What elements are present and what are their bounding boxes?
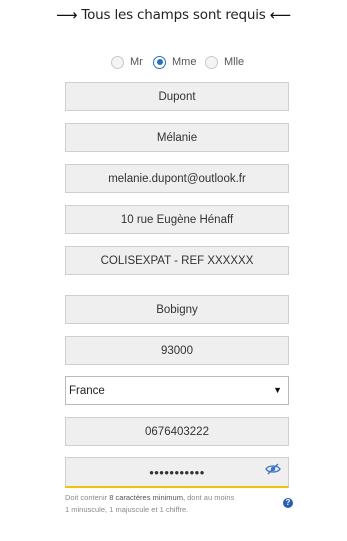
civility-label-mme: Mme [172,56,197,68]
arrow-right-icon: ⟶ [55,6,78,24]
country-selected-value: France [69,384,105,397]
country-select[interactable]: France ▼ [65,376,289,405]
address-complement-field[interactable]: COLISEXPAT - REF XXXXXX [65,246,289,275]
civility-option-mme[interactable]: Mme [153,54,196,70]
civility-option-mr[interactable]: Mr [111,54,143,70]
required-fields-notice: Tous les champs sont requis [81,7,266,23]
hint-line-2: 1 minuscule, 1 majuscule et 1 chiffre. [65,505,189,514]
civility-radio-group: Mr Mme Mlle [0,54,347,70]
arrow-left-icon: ⟵ [269,6,292,24]
email-field[interactable]: melanie.dupont@outlook.fr [65,164,289,193]
password-field[interactable]: ••••••••••• [65,457,289,488]
question-circle-icon[interactable]: ? [283,498,293,508]
radio-mme-circle[interactable] [153,55,166,69]
password-hint: Doit contenir 8 caractères minimum, dont… [65,492,279,516]
city-field[interactable]: Bobigny [65,295,289,324]
radio-mlle-circle[interactable] [205,55,218,69]
civility-label-mr: Mr [130,56,143,68]
phone-field[interactable]: 0676403222 [65,417,289,446]
hint-min-length: 8 caractères minimum, [109,493,186,502]
address-field[interactable]: 10 rue Eugène Hénaff [65,205,289,234]
postal-code-field[interactable]: 93000 [65,336,289,365]
form-header: ⟶ Tous les champs sont requis ⟵ [0,6,347,24]
hint-part-3: dont au moins [185,493,235,502]
civility-label-mlle: Mlle [224,56,245,68]
eye-slash-icon[interactable] [265,463,281,475]
radio-mr-circle[interactable] [111,55,124,69]
password-masked-value: ••••••••••• [149,464,205,480]
first-name-field[interactable]: Mélanie [65,123,289,152]
civility-option-mlle[interactable]: Mlle [205,54,244,70]
hint-part-1: Doit contenir [65,493,110,502]
last-name-field[interactable]: Dupont [65,82,289,111]
caret-down-icon: ▼ [273,385,282,395]
